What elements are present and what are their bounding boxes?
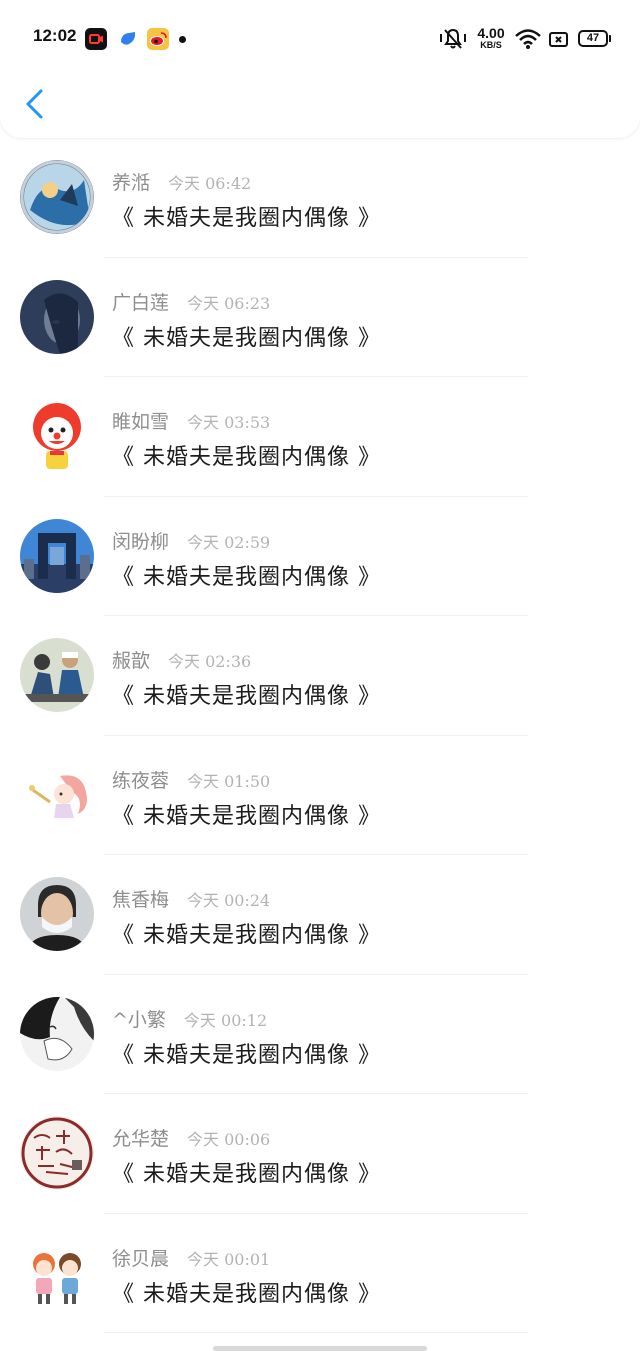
message-text: 《 未婚夫是我圈内偶像 》 <box>112 1281 381 1307</box>
message-text: 《 未婚夫是我圈内偶像 》 <box>112 1042 381 1068</box>
avatar <box>20 877 94 951</box>
avatar <box>20 757 94 832</box>
message-text: 《 未婚夫是我圈内偶像 》 <box>112 325 381 351</box>
avatar <box>20 1116 94 1190</box>
chevron-left-icon <box>26 89 43 119</box>
screen-recorder-icon <box>85 28 107 50</box>
sender-name: 焦香梅 今天 00:24 <box>112 889 271 911</box>
message-text: 《 未婚夫是我圈内偶像 》 <box>112 803 381 829</box>
list-item[interactable]: ^小繁 今天 00:12 《 未婚夫是我圈内偶像 》 <box>0 975 640 1095</box>
app-notification-icon <box>117 28 139 50</box>
list-item[interactable]: 闵盼柳 今天 02:59 《 未婚夫是我圈内偶像 》 <box>0 497 640 617</box>
message-text: 《 未婚夫是我圈内偶像 》 <box>112 923 381 948</box>
message-time: 今天 00:06 <box>187 1130 271 1149</box>
weibo-icon <box>147 28 169 50</box>
sender-name: 闵盼柳 今天 02:59 <box>112 530 271 553</box>
message-time: 今天 02:36 <box>168 652 252 671</box>
mute-vibrate-icon <box>440 28 466 49</box>
sender-name: 练夜蓉 今天 01:50 <box>112 769 271 792</box>
message-time: 今天 03:53 <box>187 413 271 432</box>
message-time: 今天 01:50 <box>187 771 271 791</box>
network-speed: 4.00 KB/S <box>477 25 505 50</box>
sender-name: 允华楚 今天 00:06 <box>112 1128 271 1150</box>
list-item[interactable]: 广白莲 今天 06:23 《 未婚夫是我圈内偶像 》 <box>0 258 640 378</box>
sender-name: 赧歆 今天 02:36 <box>112 650 252 672</box>
message-time: 今天 00:12 <box>183 1010 268 1030</box>
avatar <box>20 518 94 593</box>
list-item[interactable]: 焦香梅 今天 00:24 《 未婚夫是我圈内偶像 》 <box>0 855 640 975</box>
avatar <box>20 1235 94 1310</box>
status-time: 12:02 <box>33 26 77 45</box>
list-item[interactable]: 睢如雪 今天 03:53 《 未婚夫是我圈内偶像 》 <box>0 377 640 497</box>
sender-name: 养湉 今天 06:42 <box>112 172 252 194</box>
list-item[interactable]: 练夜蓉 今天 01:50 《 未婚夫是我圈内偶像 》 <box>0 736 640 856</box>
list-item[interactable]: 允华楚 今天 00:06 《 未婚夫是我圈内偶像 》 <box>0 1094 640 1214</box>
sender-name: ^小繁 今天 00:12 <box>112 1008 268 1031</box>
message-text: 《 未婚夫是我圈内偶像 》 <box>112 445 381 470</box>
sim-card-icon <box>549 32 568 47</box>
message-text: 《 未婚夫是我圈内偶像 》 <box>112 206 381 231</box>
wifi-icon <box>515 29 541 49</box>
notification-dot <box>179 36 186 43</box>
back-button[interactable] <box>18 84 52 124</box>
battery-indicator: 47 <box>578 30 611 47</box>
message-time: 今天 00:01 <box>187 1249 271 1269</box>
avatar <box>20 996 94 1071</box>
list-item[interactable]: 养湉 今天 06:42 《 未婚夫是我圈内偶像 》 <box>0 138 640 258</box>
home-indicator[interactable] <box>213 1346 427 1351</box>
message-text: 《 未婚夫是我圈内偶像 》 <box>112 564 381 590</box>
message-list: 养湉 今天 06:42 《 未婚夫是我圈内偶像 》 广白莲 今天 06:23 《 未… <box>0 138 640 1333</box>
sender-name: 广白莲 今天 06:23 <box>112 291 271 314</box>
list-item[interactable]: 赧歆 今天 02:36 《 未婚夫是我圈内偶像 》 <box>0 616 640 736</box>
top-bar: 12:02 4.00 KB/S 47 <box>0 0 640 138</box>
sender-name: 徐贝晨 今天 00:01 <box>112 1247 271 1270</box>
avatar <box>20 399 94 473</box>
avatar <box>20 160 94 234</box>
list-item[interactable]: 徐贝晨 今天 00:01 《 未婚夫是我圈内偶像 》 <box>0 1214 640 1334</box>
status-bar: 12:02 4.00 KB/S 47 <box>0 0 640 78</box>
message-time: 今天 06:23 <box>187 293 271 313</box>
message-time: 今天 00:24 <box>187 891 271 910</box>
avatar <box>20 638 94 712</box>
message-time: 今天 02:59 <box>187 532 271 552</box>
message-text: 《 未婚夫是我圈内偶像 》 <box>112 1162 381 1187</box>
message-text: 《 未婚夫是我圈内偶像 》 <box>112 684 381 709</box>
sender-name: 睢如雪 今天 03:53 <box>112 411 271 433</box>
message-time: 今天 06:42 <box>168 174 252 193</box>
avatar <box>20 279 94 354</box>
